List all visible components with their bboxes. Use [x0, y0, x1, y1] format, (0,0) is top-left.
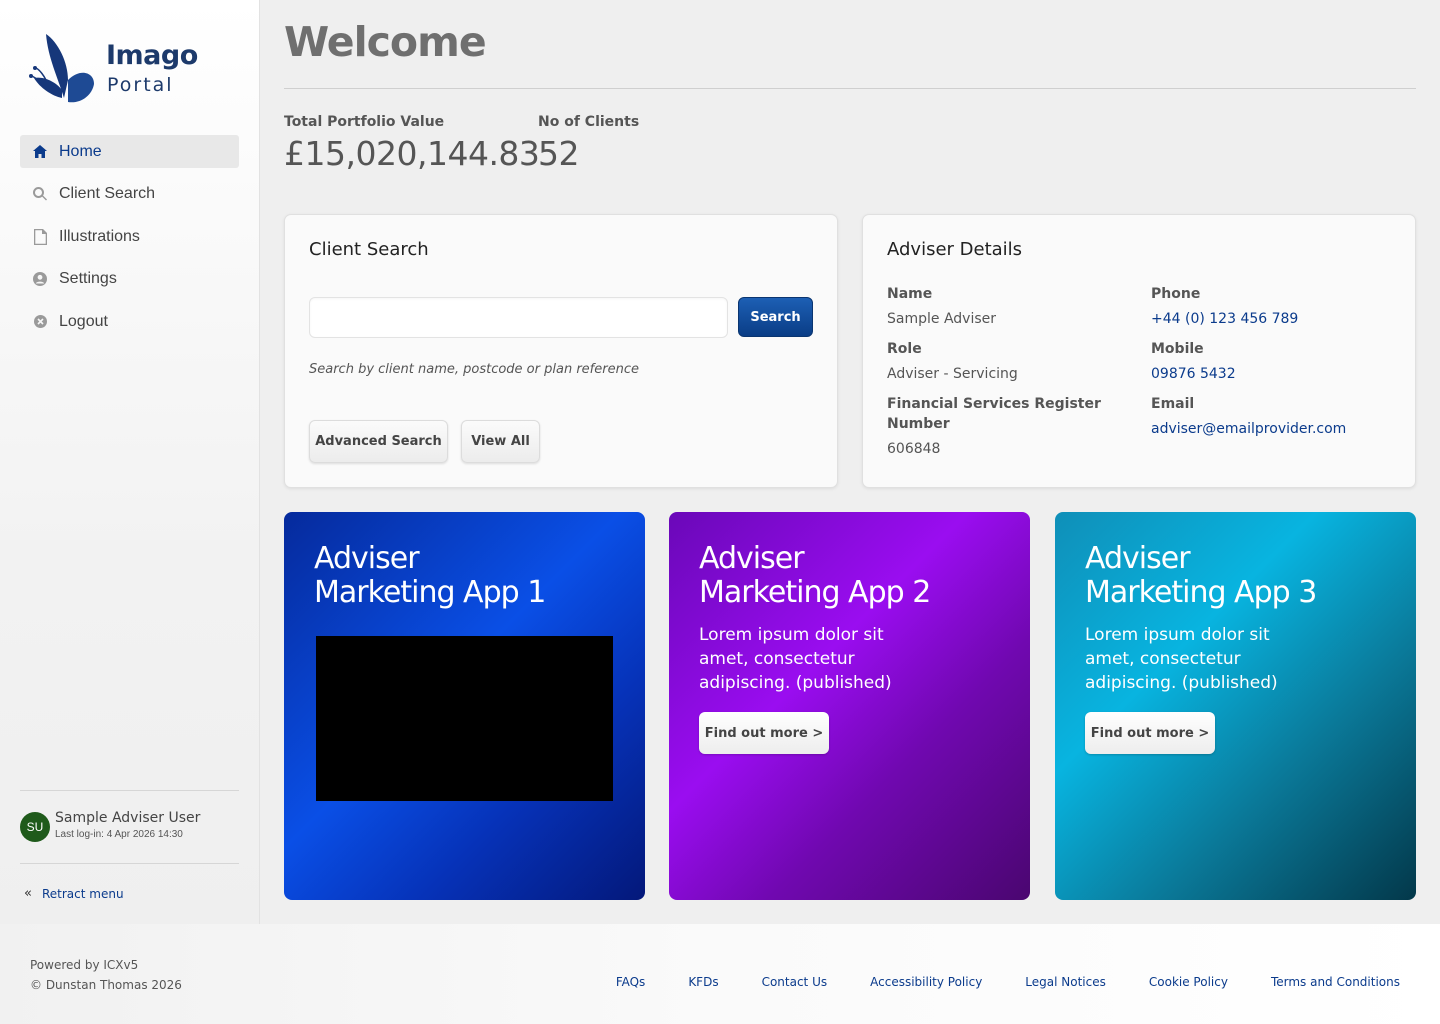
nav-item-logout[interactable]: Logout [20, 305, 239, 338]
stat-value: 52 [538, 134, 580, 173]
divider [20, 863, 239, 864]
nav-item-client-search[interactable]: Client Search [20, 178, 239, 211]
promo-text: Lorem ipsum dolor sit amet, consectetur … [699, 625, 892, 693]
fsr-number-label-line2: Number [887, 416, 950, 432]
copyright: © Dunstan Thomas 2026 [30, 978, 182, 992]
home-icon [32, 144, 48, 160]
fsr-number-label: Financial Services Register [887, 396, 1101, 412]
document-icon [32, 228, 48, 245]
name-value: Sample Adviser [887, 311, 996, 327]
powered-by: Powered by ICXv5 [30, 958, 139, 972]
promo-title-line2: Marketing App 2 [699, 575, 931, 610]
phone-label: Phone [1151, 286, 1201, 302]
card-title: Client Search [309, 239, 429, 260]
main-nav: Home Client Search Illustrations Setting… [20, 135, 239, 348]
promo-title-line2: Marketing App 3 [1085, 575, 1317, 610]
footer-credits: Powered by ICXv5 © Dunstan Thomas 2026 [30, 955, 182, 995]
nav-item-label: Settings [59, 270, 117, 287]
logo-wordmark-portal: Portal [107, 74, 174, 96]
user-panel: SU Sample Adviser User Last log-in: 4 Ap… [20, 808, 200, 842]
divider [20, 790, 239, 791]
promo-title: Adviser Marketing App 3 [1085, 541, 1317, 610]
promo-title-line1: Adviser [314, 541, 420, 576]
find-out-more-button[interactable]: Find out more > [699, 712, 829, 754]
user-name: Sample Adviser User [55, 810, 201, 826]
mobile-link[interactable]: 09876 5432 [1151, 366, 1236, 382]
footer-link-terms[interactable]: Terms and Conditions [1271, 975, 1400, 989]
nav-item-illustrations[interactable]: Illustrations [20, 220, 239, 253]
email-link[interactable]: adviser@emailprovider.com [1151, 421, 1346, 437]
stat-value: £15,020,144.83 [284, 134, 540, 173]
promo-title: Adviser Marketing App 1 [314, 541, 546, 610]
retract-menu-link[interactable]: « Retract menu [24, 886, 124, 901]
video-player[interactable] [316, 636, 613, 801]
view-all-button[interactable]: View All [461, 420, 540, 463]
email-label: Email [1151, 396, 1195, 412]
retract-menu-label: Retract menu [41, 886, 124, 901]
client-search-input[interactable] [309, 297, 728, 338]
stat-label: Total Portfolio Value [284, 114, 445, 130]
nav-item-label: Home [59, 142, 102, 160]
marketing-app-1-tile[interactable]: Adviser Marketing App 1 [284, 512, 645, 900]
close-circle-icon [32, 314, 48, 330]
card-title: Adviser Details [887, 239, 1023, 260]
imago-portal-logo[interactable]: Imago Portal [28, 28, 198, 108]
fsr-number-value: 606848 [887, 441, 941, 457]
nav-item-home[interactable]: Home [20, 135, 239, 168]
footer-link-cookie[interactable]: Cookie Policy [1149, 975, 1228, 989]
advanced-search-button[interactable]: Advanced Search [309, 420, 448, 463]
footer-link-kfds[interactable]: KFDs [688, 975, 718, 989]
role-value: Adviser - Servicing [887, 366, 1018, 382]
footer-links: FAQs KFDs Contact Us Accessibility Polic… [573, 975, 1400, 989]
footer-link-legal[interactable]: Legal Notices [1025, 975, 1106, 989]
butterfly-logo-icon [29, 34, 94, 103]
double-chevron-left-icon: « [24, 886, 32, 901]
footer: Powered by ICXv5 © Dunstan Thomas 2026 F… [0, 924, 1440, 1024]
portfolio-value-stat: Total Portfolio Value £15,020,144.83 [284, 114, 540, 173]
promo-title-line1: Adviser [1085, 541, 1191, 576]
page-title: Welcome [284, 18, 487, 66]
client-search-card: Client Search Search Search by client na… [284, 214, 838, 488]
phone-link[interactable]: +44 (0) 123 456 789 [1151, 311, 1298, 327]
footer-link-faqs[interactable]: FAQs [616, 975, 646, 989]
divider [284, 88, 1416, 89]
logo-wordmark-imago: Imago [106, 40, 198, 71]
search-icon [32, 186, 48, 202]
sidebar: Imago Portal Home Client Search Illustra… [0, 0, 260, 924]
name-label: Name [887, 286, 933, 302]
mobile-label: Mobile [1151, 341, 1204, 357]
marketing-app-2-tile: Adviser Marketing App 2 Lorem ipsum dolo… [669, 512, 1030, 900]
search-hint: Search by client name, postcode or plan … [309, 362, 639, 377]
promo-text: Lorem ipsum dolor sit amet, consectetur … [1085, 625, 1278, 693]
footer-link-contact[interactable]: Contact Us [762, 975, 828, 989]
marketing-app-3-tile: Adviser Marketing App 3 Lorem ipsum dolo… [1055, 512, 1416, 900]
promo-title: Adviser Marketing App 2 [699, 541, 931, 610]
clients-count-stat: No of Clients 52 [538, 114, 639, 173]
nav-item-label: Illustrations [59, 227, 140, 245]
search-button[interactable]: Search [738, 297, 813, 337]
user-circle-icon [32, 271, 48, 287]
find-out-more-button[interactable]: Find out more > [1085, 712, 1215, 754]
promo-title-line1: Adviser [699, 541, 805, 576]
stat-label: No of Clients [538, 114, 640, 130]
promo-title-line2: Marketing App 1 [314, 575, 546, 610]
last-login: Last log-in: 4 Apr 2026 14:30 [55, 829, 183, 840]
footer-link-accessibility[interactable]: Accessibility Policy [870, 975, 982, 989]
nav-item-label: Logout [59, 312, 108, 330]
role-label: Role [887, 341, 922, 357]
avatar: SU [20, 812, 50, 842]
nav-item-label: Client Search [59, 185, 156, 202]
nav-item-settings[interactable]: Settings [20, 263, 239, 296]
adviser-details-card: Adviser Details Name Sample Adviser Role… [862, 214, 1416, 488]
